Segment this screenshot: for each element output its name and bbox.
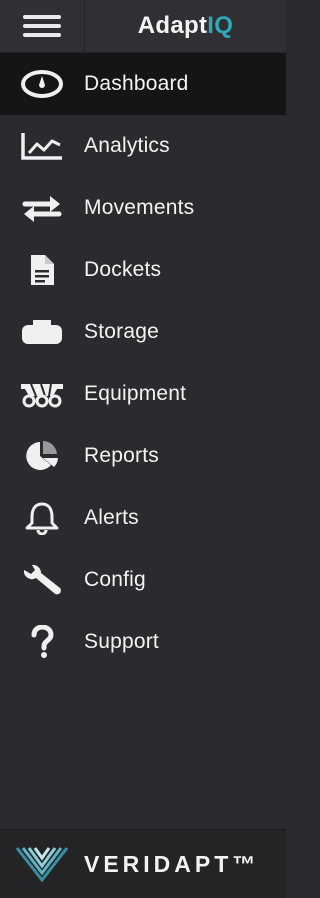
bell-icon bbox=[0, 487, 84, 549]
app-logo: AdaptIQ bbox=[85, 12, 286, 40]
nav-item-dashboard[interactable]: Dashboard bbox=[0, 53, 286, 115]
nav-label-analytics: Analytics bbox=[84, 134, 170, 157]
nav-item-analytics[interactable]: Analytics bbox=[0, 115, 286, 177]
tank-icon bbox=[0, 301, 84, 363]
truck-icon bbox=[0, 363, 84, 425]
nav-item-movements[interactable]: Movements bbox=[0, 177, 286, 239]
question-icon bbox=[0, 611, 84, 673]
topbar: AdaptIQ bbox=[0, 0, 286, 53]
document-icon bbox=[0, 239, 84, 301]
nav-label-equipment: Equipment bbox=[84, 382, 187, 405]
pie-chart-icon bbox=[0, 425, 84, 487]
nav-label-movements: Movements bbox=[84, 196, 195, 219]
exchange-arrows-icon bbox=[0, 177, 84, 239]
nav-item-config[interactable]: Config bbox=[0, 549, 286, 611]
nav-label-reports: Reports bbox=[84, 444, 159, 467]
nav-label-config: Config bbox=[84, 568, 146, 591]
nav-item-dockets[interactable]: Dockets bbox=[0, 239, 286, 301]
main-nav: Dashboard Analytics Movements Dockets St… bbox=[0, 53, 286, 673]
nav-item-equipment[interactable]: Equipment bbox=[0, 363, 286, 425]
nav-item-support[interactable]: Support bbox=[0, 611, 286, 673]
veridapt-chevron-logo bbox=[0, 844, 84, 884]
nav-label-storage: Storage bbox=[84, 320, 159, 343]
nav-label-dockets: Dockets bbox=[84, 258, 162, 281]
sidebar: AdaptIQ Dashboard Analytics Movements Do… bbox=[0, 0, 286, 898]
brand-name-accent: IQ bbox=[207, 12, 234, 39]
footer-brand-name: VERIDAPT™ bbox=[84, 850, 260, 877]
dashboard-gauge-icon bbox=[0, 53, 84, 115]
wrench-icon bbox=[0, 549, 84, 611]
nav-item-alerts[interactable]: Alerts bbox=[0, 487, 286, 549]
line-chart-icon bbox=[0, 115, 84, 177]
nav-label-support: Support bbox=[84, 630, 159, 653]
hamburger-menu-icon[interactable] bbox=[0, 0, 85, 52]
nav-item-reports[interactable]: Reports bbox=[0, 425, 286, 487]
footer: VERIDAPT™ bbox=[0, 829, 286, 898]
nav-label-dashboard: Dashboard bbox=[84, 72, 189, 95]
nav-item-storage[interactable]: Storage bbox=[0, 301, 286, 363]
nav-label-alerts: Alerts bbox=[84, 506, 139, 529]
brand-name-main: Adapt bbox=[137, 12, 208, 39]
